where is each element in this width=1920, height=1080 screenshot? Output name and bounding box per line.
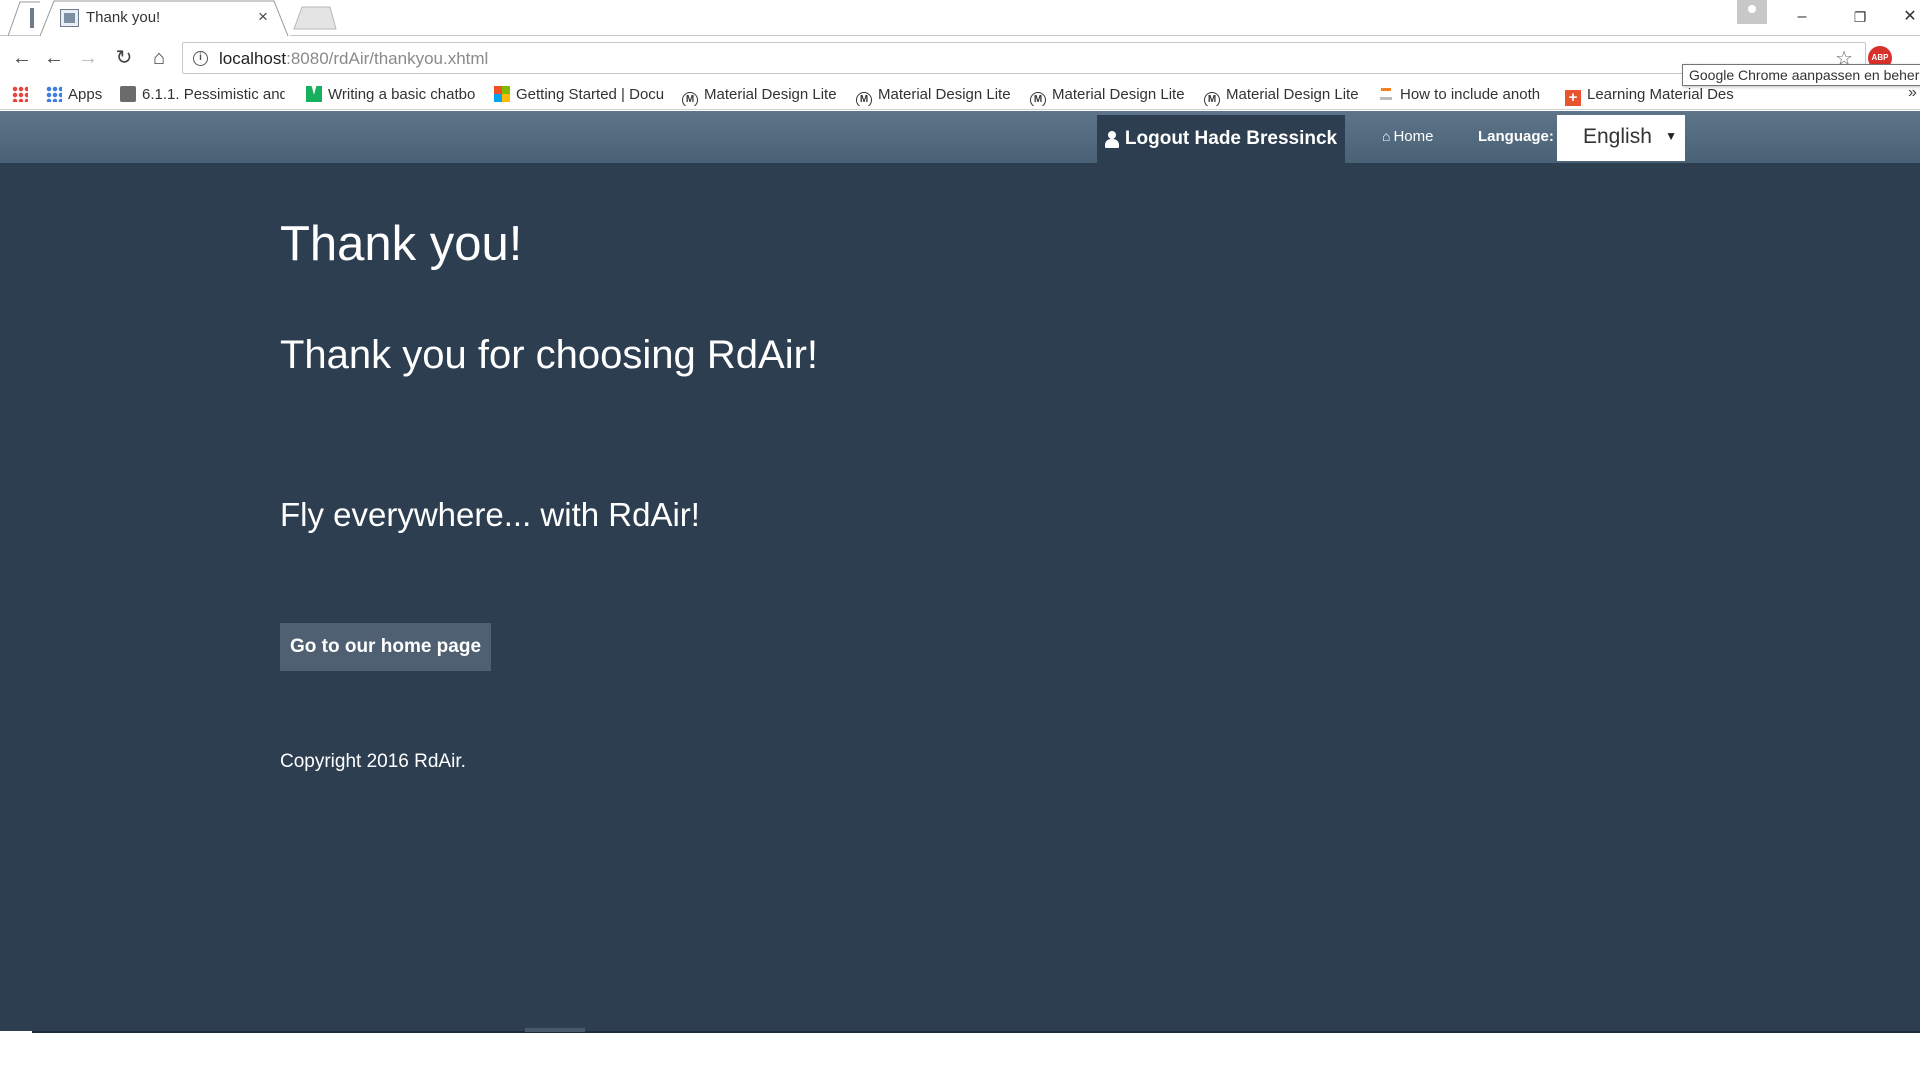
bookmarks-overflow-icon[interactable]: »	[1908, 84, 1917, 102]
copyright-text: Copyright 2016 RdAir.	[280, 751, 466, 772]
bookmark-item[interactable]: M Material Design Lite	[682, 86, 837, 106]
jboss-icon	[120, 86, 136, 102]
restore-button[interactable]: ❐	[1838, 4, 1882, 30]
url-host: localhost	[219, 49, 287, 68]
apps-grid-icon	[46, 86, 62, 102]
bookmark-label: Apps	[68, 86, 103, 103]
new-tab-button[interactable]	[292, 6, 338, 30]
tagline: Fly everywhere... with RdAir!	[280, 496, 700, 533]
stackoverflow-icon	[1378, 86, 1394, 102]
scrollbar-thumb[interactable]	[525, 1028, 585, 1032]
material-icon: M	[1030, 92, 1046, 106]
tab-close-icon[interactable]: ×	[258, 7, 268, 27]
dropdown-caret-icon: ▼	[1665, 129, 1677, 143]
bookmark-item[interactable]: + Learning Material Des	[1565, 86, 1735, 106]
medium-icon	[306, 86, 322, 102]
bookmark-item[interactable]: Writing a basic chatbo	[306, 86, 478, 106]
material-icon: M	[682, 92, 698, 106]
page-title: Thank you!	[280, 217, 523, 271]
browser-toolbar: ← ← → ↻ ⌂ i localhost:8080/rdAir/thankyo…	[0, 36, 1920, 80]
logout-button[interactable]: Logout Hade Bressinck	[1097, 115, 1345, 163]
bookmark-item[interactable]: M Material Design Lite	[1030, 86, 1185, 106]
url-path: :8080/rdAir/thankyou.xhtml	[286, 49, 489, 68]
back-history-icon[interactable]: ←	[41, 45, 67, 71]
bookmark-item[interactable]: M Material Design Lite	[856, 86, 1011, 106]
bookmark-label: Getting Started | Docu	[516, 86, 665, 103]
bookmark-item[interactable]: M Material Design Lite	[1204, 86, 1359, 106]
nav-home-link[interactable]: ⌂ Home	[1382, 128, 1433, 145]
bookmarks-bar: Apps 6.1.1. Pessimistic and Writing a ba…	[0, 80, 1920, 110]
bookmark-label: Material Design Lite	[1226, 86, 1359, 103]
page-content: Logout Hade Bressinck ⌂ Home Language: En…	[0, 111, 1920, 1031]
tab-favicon-icon	[60, 9, 79, 27]
info-icon[interactable]: i	[193, 51, 208, 66]
bookmark-item[interactable]: How to include anoth	[1378, 86, 1546, 106]
page-subtitle: Thank you for choosing RdAir!	[280, 333, 819, 377]
material-icon: M	[1204, 92, 1220, 106]
home-icon: ⌂	[1382, 128, 1391, 144]
site-navbar: Logout Hade Bressinck ⌂ Home Language: En…	[0, 111, 1920, 163]
bookmark-label: Material Design Lite	[878, 86, 1011, 103]
tab-title: Thank you!	[86, 9, 161, 26]
bookmark-label: Material Design Lite	[1052, 86, 1185, 103]
profile-avatar-icon[interactable]	[1737, 0, 1767, 24]
url-text[interactable]: localhost:8080/rdAir/thankyou.xhtml	[219, 49, 488, 69]
tooltip: Google Chrome aanpassen en beheren	[1682, 64, 1920, 86]
bookmark-label: 6.1.1. Pessimistic and	[142, 86, 285, 103]
user-icon	[1104, 130, 1119, 148]
language-label: Language:	[1478, 128, 1554, 145]
microsoft-icon	[494, 86, 510, 102]
bookmark-label: Learning Material Des	[1587, 86, 1734, 103]
minimize-button[interactable]: –	[1780, 4, 1824, 30]
bookmark-apps-label[interactable]: Apps	[46, 86, 102, 106]
plus-icon: +	[1565, 90, 1581, 106]
bottom-blank-area	[0, 1031, 1920, 1080]
material-icon: M	[856, 92, 872, 106]
reload-icon[interactable]: ↻	[111, 45, 137, 71]
bookmark-item[interactable]: Getting Started | Docu	[494, 86, 666, 106]
address-bar[interactable]: i localhost:8080/rdAir/thankyou.xhtml ☆	[182, 42, 1866, 74]
bookmark-label: Writing a basic chatbo	[328, 86, 476, 103]
language-select[interactable]: English ▼	[1557, 115, 1685, 161]
bookmark-label: Material Design Lite	[704, 86, 837, 103]
home-icon[interactable]: ⌂	[146, 45, 172, 71]
horizontal-scrollbar[interactable]	[32, 1031, 1920, 1033]
back-arrow-icon[interactable]: ←	[9, 45, 35, 71]
bookmark-apps[interactable]	[12, 86, 34, 106]
logout-label: Logout Hade Bressinck	[1124, 128, 1338, 149]
close-window-button[interactable]: ✕	[1888, 4, 1920, 30]
browser-tab-strip: Thank you! × – ❐ ✕	[0, 0, 1920, 36]
bookmark-label: How to include anoth	[1400, 86, 1541, 103]
nav-home-label: Home	[1393, 128, 1434, 145]
bookmark-item[interactable]: 6.1.1. Pessimistic and	[120, 86, 285, 106]
forward-arrow-icon[interactable]: →	[75, 45, 101, 71]
apps-grid-icon	[12, 86, 28, 102]
browser-tab-active[interactable]: Thank you! ×	[40, 0, 290, 36]
go-home-button[interactable]: Go to our home page	[280, 623, 491, 671]
language-selected-value: English	[1583, 125, 1652, 148]
